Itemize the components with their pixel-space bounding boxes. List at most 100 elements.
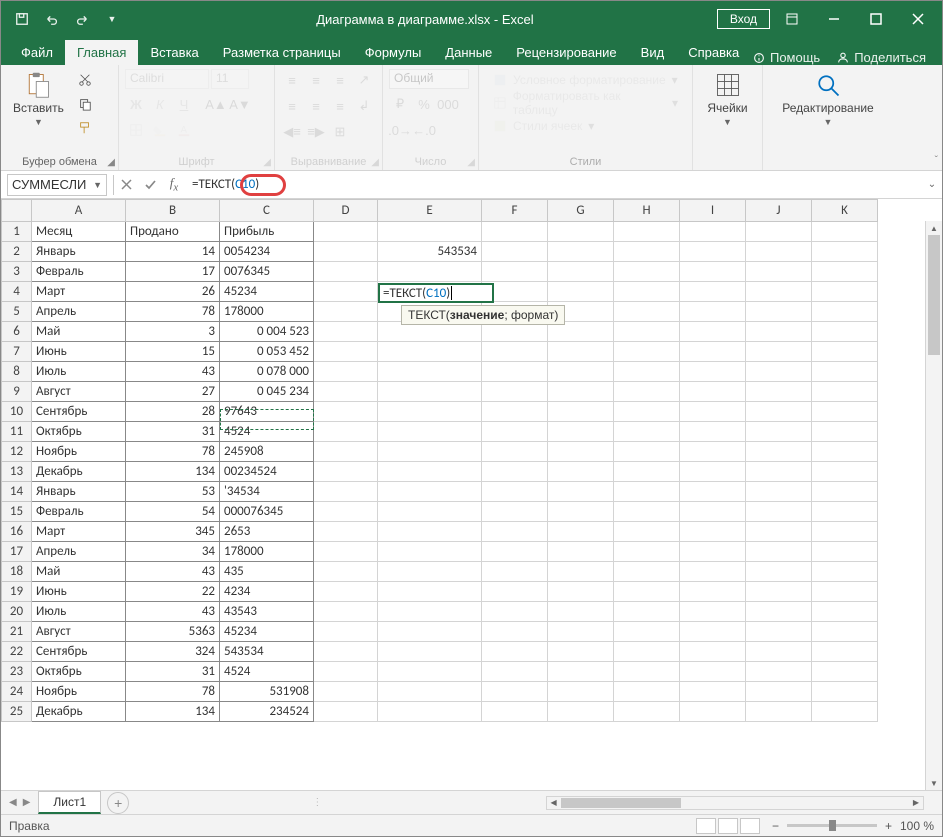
cell[interactable] xyxy=(378,502,482,522)
cell[interactable]: 134 xyxy=(126,462,220,482)
cell[interactable] xyxy=(746,482,812,502)
cell[interactable] xyxy=(548,682,614,702)
cell[interactable] xyxy=(746,422,812,442)
cell[interactable]: 345 xyxy=(126,522,220,542)
cell[interactable] xyxy=(378,542,482,562)
cell[interactable]: 43 xyxy=(126,602,220,622)
bold-icon[interactable]: Ж xyxy=(125,93,147,115)
cell[interactable]: Март xyxy=(32,522,126,542)
cell[interactable] xyxy=(746,502,812,522)
cell[interactable] xyxy=(614,242,680,262)
cell[interactable] xyxy=(378,522,482,542)
cell[interactable] xyxy=(548,602,614,622)
cell[interactable]: Август xyxy=(32,622,126,642)
minimize-icon[interactable] xyxy=(814,1,854,37)
formula-input[interactable]: =ТЕКСТ(C10) xyxy=(186,174,922,196)
row-header[interactable]: 2 xyxy=(2,242,32,262)
align-bottom-icon[interactable]: ≡ xyxy=(329,69,351,91)
cell[interactable] xyxy=(812,562,878,582)
cell[interactable] xyxy=(548,462,614,482)
cell[interactable] xyxy=(548,482,614,502)
cell[interactable] xyxy=(482,602,548,622)
zoom-in-icon[interactable]: + xyxy=(885,819,892,833)
row-header[interactable]: 16 xyxy=(2,522,32,542)
cell[interactable] xyxy=(548,522,614,542)
cell[interactable] xyxy=(812,622,878,642)
cell[interactable] xyxy=(314,482,378,502)
row-header[interactable]: 3 xyxy=(2,262,32,282)
cell[interactable]: 31 xyxy=(126,422,220,442)
cell[interactable] xyxy=(680,642,746,662)
cell[interactable] xyxy=(378,222,482,242)
cell[interactable] xyxy=(482,422,548,442)
cell[interactable] xyxy=(314,602,378,622)
cell[interactable]: Май xyxy=(32,322,126,342)
cell[interactable] xyxy=(614,422,680,442)
cell[interactable]: 435 xyxy=(220,562,314,582)
cell[interactable] xyxy=(482,522,548,542)
cell[interactable] xyxy=(746,222,812,242)
redo-icon[interactable] xyxy=(69,6,95,32)
cell[interactable] xyxy=(548,502,614,522)
cell[interactable] xyxy=(680,302,746,322)
column-header[interactable]: J xyxy=(746,200,812,222)
cell[interactable] xyxy=(746,362,812,382)
cell[interactable] xyxy=(482,402,548,422)
cell[interactable]: 78 xyxy=(126,302,220,322)
cell[interactable] xyxy=(746,262,812,282)
align-right-icon[interactable]: ≡ xyxy=(329,95,351,117)
cell[interactable] xyxy=(314,382,378,402)
cell[interactable]: 0 053 452 xyxy=(220,342,314,362)
cell[interactable] xyxy=(314,582,378,602)
align-middle-icon[interactable]: ≡ xyxy=(305,69,327,91)
close-icon[interactable] xyxy=(898,1,938,37)
cell[interactable] xyxy=(378,362,482,382)
cell[interactable] xyxy=(548,282,614,302)
cell[interactable] xyxy=(548,382,614,402)
cell[interactable] xyxy=(314,522,378,542)
cell[interactable]: 22 xyxy=(126,582,220,602)
cell[interactable] xyxy=(548,642,614,662)
cell[interactable] xyxy=(680,442,746,462)
cell[interactable] xyxy=(378,702,482,722)
cell[interactable] xyxy=(548,582,614,602)
cell[interactable] xyxy=(746,702,812,722)
cell[interactable]: 4234 xyxy=(220,582,314,602)
alignment-launcher-icon[interactable]: ◢ xyxy=(371,157,379,168)
cell[interactable] xyxy=(378,642,482,662)
cell[interactable] xyxy=(482,222,548,242)
cell[interactable] xyxy=(614,342,680,362)
cell[interactable]: 543534 xyxy=(220,642,314,662)
cell[interactable]: 0 045 234 xyxy=(220,382,314,402)
cell[interactable] xyxy=(746,462,812,482)
sheet-grid[interactable]: ABCDEFGHIJK 1МесяцПроданоПрибыль2Январь1… xyxy=(1,199,942,790)
cell[interactable] xyxy=(314,402,378,422)
cell[interactable] xyxy=(680,522,746,542)
cell[interactable] xyxy=(314,362,378,382)
cell[interactable]: 4524 xyxy=(220,662,314,682)
tab-review[interactable]: Рецензирование xyxy=(504,40,628,65)
column-header[interactable]: A xyxy=(32,200,126,222)
cell[interactable] xyxy=(812,482,878,502)
cell[interactable]: Май xyxy=(32,562,126,582)
cell[interactable] xyxy=(314,662,378,682)
cell[interactable] xyxy=(548,222,614,242)
tab-formulas[interactable]: Формулы xyxy=(353,40,434,65)
cell[interactable] xyxy=(548,442,614,462)
cell[interactable]: Февраль xyxy=(32,502,126,522)
conditional-format-button[interactable]: Условное форматирование ▾ xyxy=(493,73,678,87)
cell[interactable] xyxy=(314,462,378,482)
cell[interactable]: 43 xyxy=(126,362,220,382)
scroll-thumb[interactable] xyxy=(928,235,940,355)
cell[interactable] xyxy=(482,662,548,682)
cell[interactable] xyxy=(812,262,878,282)
paste-button[interactable]: Вставить ▼ xyxy=(7,69,70,129)
ribbon-options-icon[interactable] xyxy=(772,1,812,37)
row-header[interactable]: 9 xyxy=(2,382,32,402)
cell[interactable] xyxy=(746,382,812,402)
cell[interactable]: 78 xyxy=(126,682,220,702)
cell[interactable] xyxy=(548,402,614,422)
cell[interactable] xyxy=(680,342,746,362)
font-launcher-icon[interactable]: ◢ xyxy=(263,157,271,168)
cell[interactable] xyxy=(812,542,878,562)
